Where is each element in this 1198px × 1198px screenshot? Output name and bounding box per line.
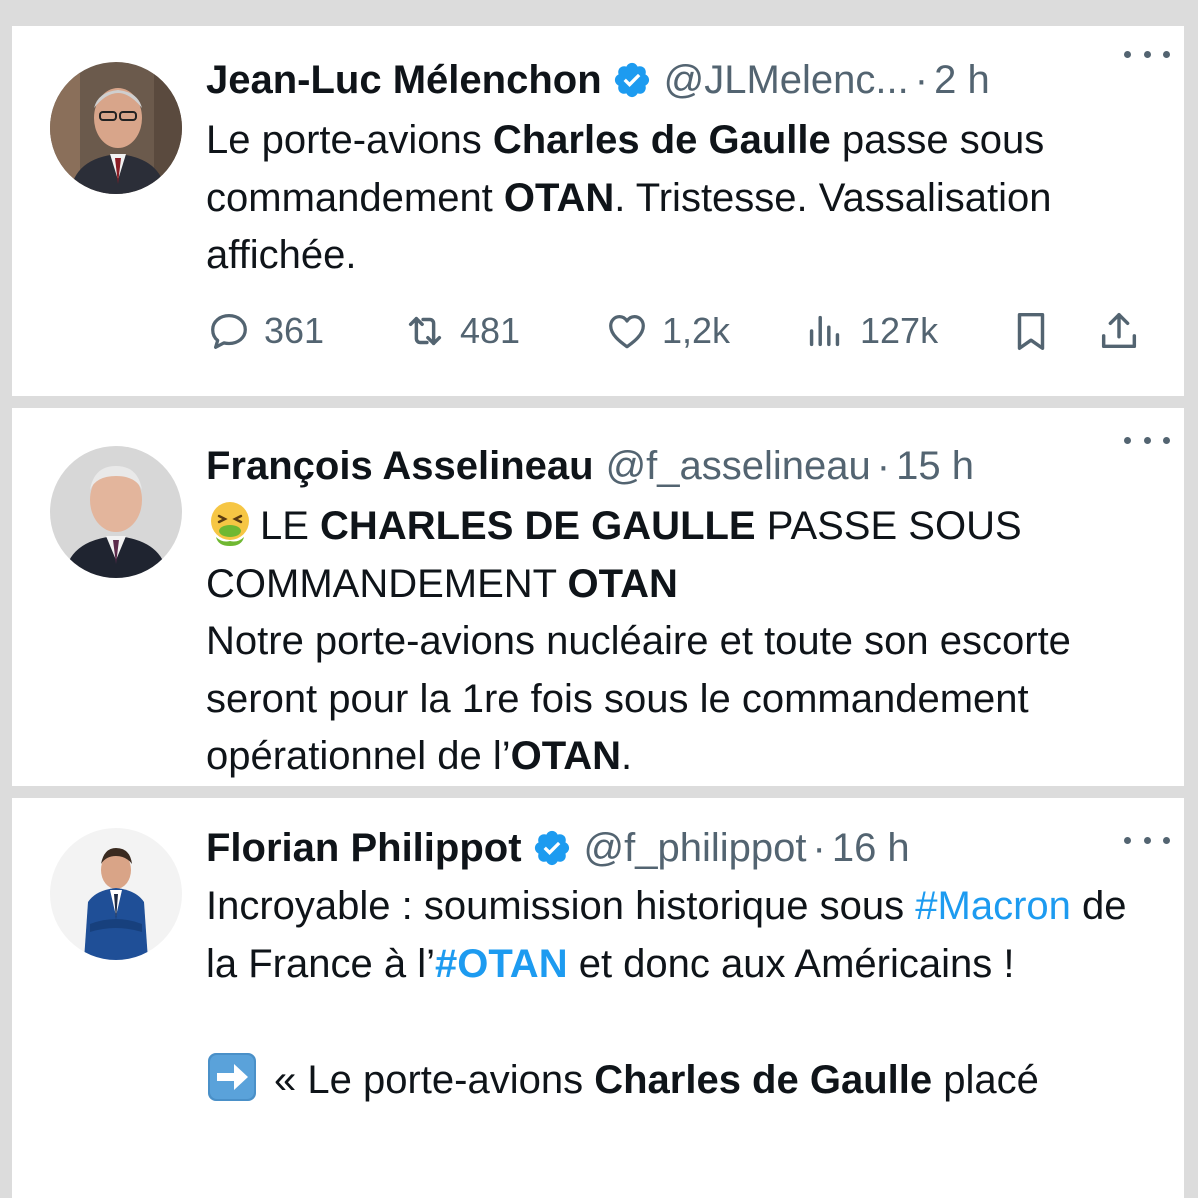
reply-count: 361	[264, 310, 325, 351]
avatar[interactable]	[50, 446, 182, 578]
more-options-icon[interactable]	[1124, 420, 1170, 460]
tweet-header: Florian Philippot @f_philippot · 16 h	[206, 820, 1164, 876]
separator-dot: ·	[876, 444, 891, 488]
tweet-time[interactable]: 2 h	[934, 52, 990, 108]
tweet-card-melenchon[interactable]: Jean-Luc Mélenchon @JLMelenc... · 2 h Le…	[12, 26, 1184, 396]
hashtag-macron[interactable]: #Macron	[915, 884, 1071, 928]
tweet-card-asselineau[interactable]: François Asselineau @f_asselineau · 15 h…	[12, 408, 1184, 786]
author-name[interactable]: Florian Philippot	[206, 820, 522, 876]
like-count: 1,2k	[662, 310, 731, 351]
avatar[interactable]	[50, 828, 182, 960]
views-count: 127k	[860, 310, 939, 351]
tweet-text: Incroyable : soumission historique sous …	[206, 884, 1127, 1103]
avatar-image	[50, 446, 182, 578]
separator-dot: ·	[812, 826, 826, 870]
tweet-time[interactable]: 15 h	[896, 438, 974, 494]
retweet-button[interactable]: 481	[402, 304, 520, 358]
right-arrow-emoji	[206, 1051, 258, 1103]
author-name[interactable]: François Asselineau	[206, 438, 594, 494]
verified-badge-icon	[532, 828, 572, 868]
more-options-icon[interactable]	[1124, 820, 1170, 860]
views-bar-chart-icon	[809, 315, 840, 347]
reply-button[interactable]: 361	[206, 304, 324, 358]
avatar-image	[50, 62, 182, 194]
tweet-text: LE CHARLES DE GAULLE PASSE SOUS COMMANDE…	[206, 498, 1154, 786]
bookmark-icon	[1017, 312, 1045, 350]
separator-dot: ·	[914, 58, 929, 102]
views-button[interactable]: 127k	[802, 304, 938, 358]
avatar[interactable]	[50, 62, 182, 194]
tweet-time[interactable]: 16 h	[832, 820, 910, 876]
author-handle[interactable]: @JLMelenc...	[664, 52, 909, 108]
author-handle[interactable]: @f_philippot	[584, 820, 807, 876]
bookmark-button[interactable]	[1008, 304, 1054, 358]
face-vomiting-emoji	[206, 499, 254, 547]
author-handle[interactable]: @f_asselineau	[606, 438, 871, 494]
like-button[interactable]: 1,2k	[604, 304, 730, 358]
heart-icon	[609, 314, 645, 349]
reply-bubble-icon	[211, 314, 247, 349]
tweet-header: Jean-Luc Mélenchon @JLMelenc... · 2 h	[206, 52, 1164, 108]
retweet-icon	[408, 316, 442, 346]
tweet-card-philippot[interactable]: Florian Philippot @f_philippot · 16 h In…	[12, 798, 1184, 1198]
more-options-icon[interactable]	[1124, 34, 1170, 74]
author-name[interactable]: Jean-Luc Mélenchon	[206, 52, 602, 108]
tweet-header: François Asselineau @f_asselineau · 15 h	[206, 438, 1164, 494]
retweet-count: 481	[460, 310, 521, 351]
tweet-actions: 361 481 1,2k 127k	[206, 304, 1156, 358]
avatar-image	[50, 828, 182, 960]
hashtag-otan[interactable]: #OTAN	[435, 942, 568, 986]
tweet-text: Le porte-avions Charles de Gaulle passe …	[206, 118, 1052, 277]
share-button[interactable]	[1096, 304, 1142, 358]
share-upload-icon	[1101, 312, 1137, 349]
verified-badge-icon	[612, 60, 652, 100]
